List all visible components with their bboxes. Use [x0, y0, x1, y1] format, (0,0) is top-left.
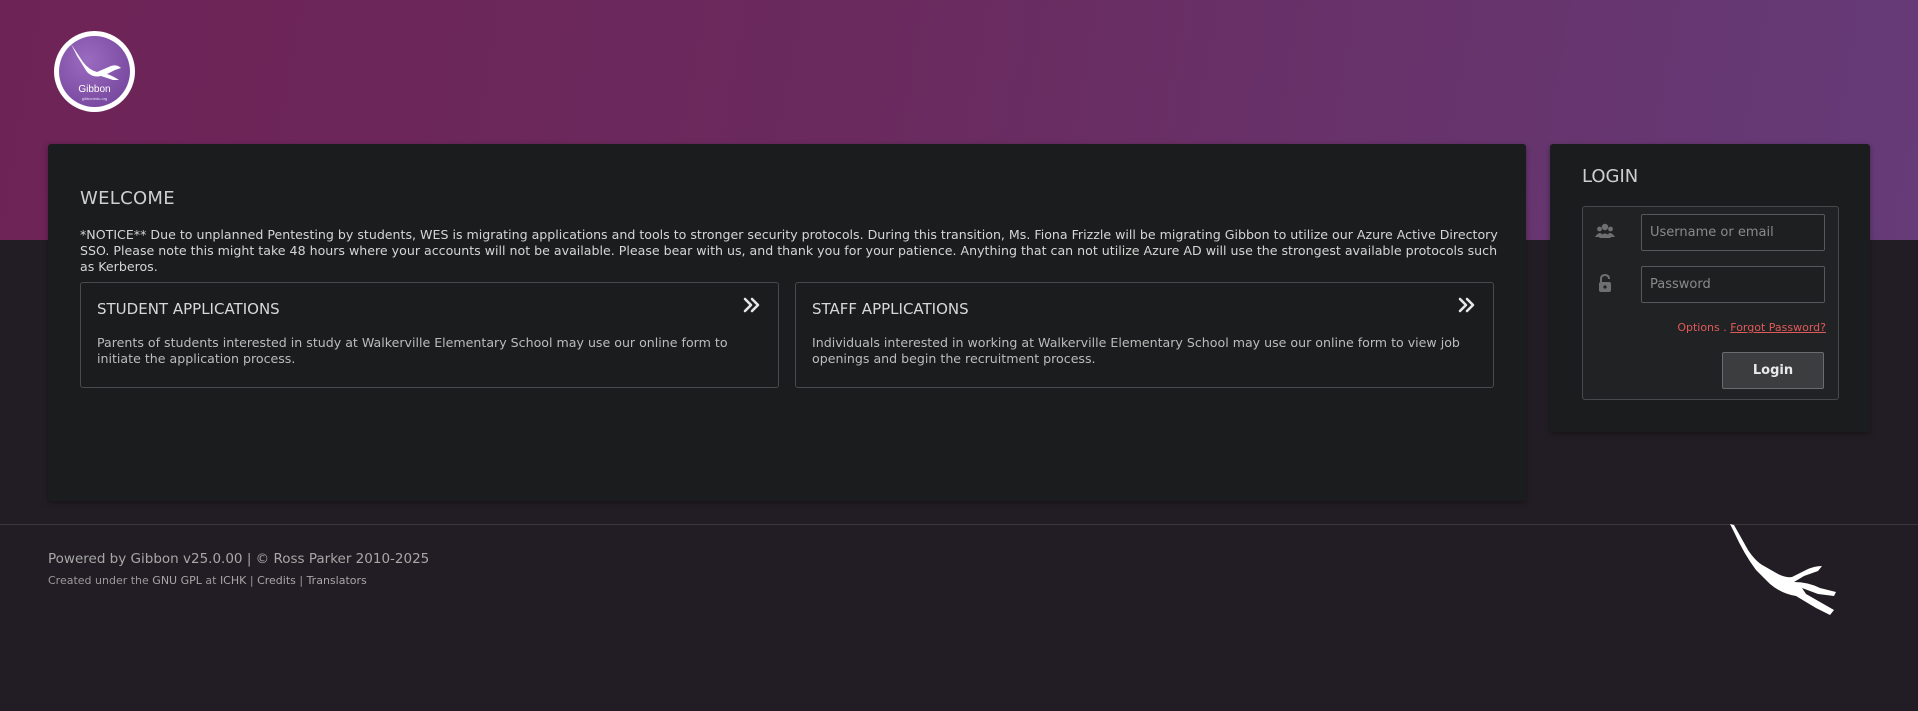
options-link[interactable]: Options: [1677, 321, 1719, 334]
notice-text: *NOTICE** Due to unplanned Pentesting by…: [80, 227, 1498, 274]
login-panel: LOGIN Options . Forgot Password? Login: [1550, 144, 1870, 432]
at-text: at: [201, 574, 220, 587]
gnu-gpl-link[interactable]: GNU GPL: [152, 574, 202, 587]
login-form: Options . Forgot Password? Login: [1582, 206, 1839, 400]
translators-link[interactable]: Translators: [307, 574, 367, 587]
double-chevron-right-icon[interactable]: [742, 295, 762, 315]
forgot-password-link[interactable]: Forgot Password?: [1730, 321, 1826, 334]
separator-1: |: [246, 574, 258, 587]
welcome-title: WELCOME: [80, 188, 175, 209]
login-title: LOGIN: [1582, 166, 1639, 187]
password-input[interactable]: [1641, 266, 1825, 303]
footer-credits: Created under the GNU GPL at ICHK | Cred…: [48, 574, 367, 587]
gibbon-version-link[interactable]: Gibbon v25.0.00: [131, 551, 243, 567]
logo-subtext: gibbonedu.org: [81, 96, 108, 101]
double-chevron-right-icon[interactable]: [1457, 295, 1477, 315]
separator-2: |: [295, 574, 307, 587]
lock-icon: [1599, 273, 1611, 292]
copyright-text: | © Ross Parker 2010-2025: [242, 551, 430, 567]
powered-prefix: Powered by: [48, 551, 131, 567]
gibbon-silhouette-icon: [1730, 524, 1836, 615]
student-applications-card[interactable]: STUDENT APPLICATIONS Parents of students…: [80, 282, 779, 388]
student-applications-description: Parents of students interested in study …: [97, 335, 728, 366]
logo-badge: Gibbon gibbonedu.org: [59, 36, 130, 107]
login-links: Options . Forgot Password?: [1677, 321, 1826, 334]
links-separator: .: [1723, 321, 1727, 334]
username-input[interactable]: [1641, 214, 1825, 251]
student-applications-title: STUDENT APPLICATIONS: [97, 300, 280, 318]
footer-divider: [0, 524, 1918, 525]
footer-powered-by: Powered by Gibbon v25.0.00 | © Ross Park…: [48, 551, 429, 567]
welcome-panel: WELCOME *NOTICE** Due to unplanned Pente…: [48, 144, 1526, 501]
gibbon-logo[interactable]: Gibbon gibbonedu.org: [54, 31, 135, 112]
staff-applications-description: Individuals interested in working at Wal…: [812, 335, 1460, 366]
staff-applications-title: STAFF APPLICATIONS: [812, 300, 969, 318]
staff-applications-card[interactable]: STAFF APPLICATIONS Individuals intereste…: [795, 282, 1494, 388]
login-button[interactable]: Login: [1722, 352, 1824, 389]
ichk-link[interactable]: ICHK: [220, 574, 246, 587]
gibbon-silhouette-icon: [71, 44, 121, 80]
logo-text: Gibbon: [78, 84, 111, 95]
users-icon: [1595, 223, 1615, 238]
created-prefix: Created under the: [48, 574, 153, 587]
credits-link[interactable]: Credits: [257, 574, 296, 587]
